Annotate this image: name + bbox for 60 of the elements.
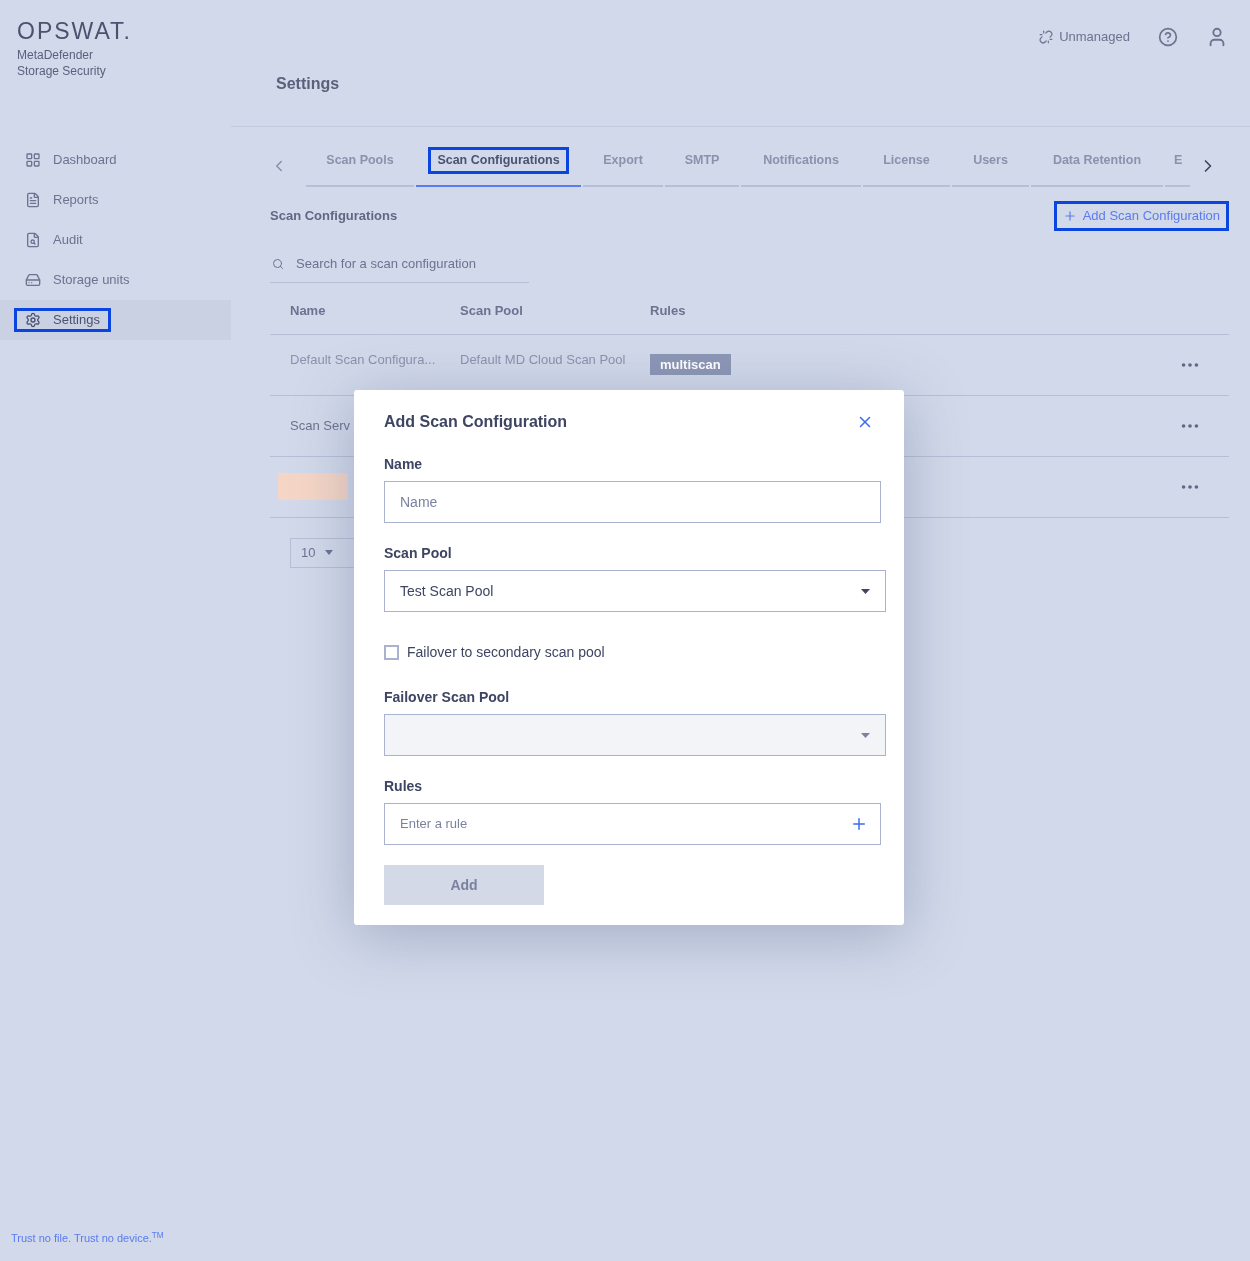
column-header: Rules [650, 302, 687, 321]
nav-item[interactable]: Audit [0, 220, 231, 260]
tab[interactable]: Scan Pools [306, 145, 414, 187]
nav-item[interactable]: Storage units [0, 260, 231, 300]
rule-input[interactable]: Enter a rule [400, 814, 800, 834]
search-icon [272, 258, 284, 270]
nav-item[interactable]: Dashboard [0, 140, 231, 180]
grid-icon [25, 152, 41, 168]
tab[interactable]: Users [952, 145, 1029, 187]
search-field[interactable]: Search for a scan configuration [296, 254, 526, 274]
help-icon[interactable] [1158, 27, 1178, 47]
page-title: Settings [275, 74, 341, 94]
tab[interactable]: Notifications [741, 145, 861, 187]
drive-icon [25, 272, 41, 288]
tab[interactable]: Export [583, 145, 663, 187]
table-cell: Default Scan Configura... [290, 351, 436, 367]
tab[interactable]: SMTP [665, 145, 739, 187]
scan-pool-select[interactable]: Test Scan Pool [384, 570, 886, 612]
tagline: Trust no file. Trust no device.$^{TM}$ [11, 1232, 164, 1244]
tab[interactable]: Data Retention [1031, 145, 1163, 187]
field-label: Rules [384, 777, 424, 796]
field-label: Failover Scan Pool [384, 688, 511, 707]
nav-label: Reports [53, 191, 99, 210]
column-header: Name [290, 302, 327, 321]
plus-icon[interactable] [850, 815, 868, 833]
caret-icon [325, 550, 334, 555]
redaction-block [278, 473, 348, 500]
tab[interactable]: License [863, 145, 950, 187]
column-header: Scan Pool [460, 302, 524, 321]
field-label: Scan Pool [384, 544, 453, 563]
rule-field[interactable]: Enter a rule [384, 803, 881, 845]
product-name: Storage Security [17, 63, 107, 79]
checkbox[interactable] [384, 645, 399, 660]
nav-label: Storage units [53, 271, 130, 290]
brand-logo: OPSWAT. [17, 20, 133, 43]
status-label: Unmanaged [1059, 28, 1130, 47]
caret-icon [861, 588, 870, 594]
rule-tag: multiscan [650, 353, 731, 376]
section-title: Scan Configurations [270, 207, 398, 225]
product-name: MetaDefender [17, 47, 95, 63]
document-search-icon [25, 232, 41, 248]
nav-item[interactable]: Settings [0, 300, 231, 340]
unlink-icon [1039, 30, 1054, 44]
nav-item[interactable]: Reports [0, 180, 231, 220]
nav-label: Audit [53, 231, 83, 250]
status-indicator[interactable]: Unmanaged [1039, 27, 1130, 47]
checkbox-label: Failover to secondary scan pool [407, 643, 605, 662]
name-field[interactable]: Name [384, 481, 881, 523]
add-configuration-button[interactable]: Add Scan Configuration [1053, 201, 1229, 231]
settings-icon [25, 312, 41, 328]
document-icon [25, 192, 41, 208]
table-cell-text: Scan Serv [290, 416, 350, 435]
table-cell: Default MD Cloud Scan Pool [460, 351, 626, 367]
field-label: Name [384, 455, 424, 474]
plus-icon [1062, 208, 1077, 223]
nav-label: Settings [53, 311, 100, 330]
tab[interactable]: E [1165, 145, 1190, 187]
dialog-title: Add Scan Configuration [384, 412, 568, 432]
nav-label: Dashboard [53, 151, 117, 170]
caret-icon [861, 732, 870, 738]
